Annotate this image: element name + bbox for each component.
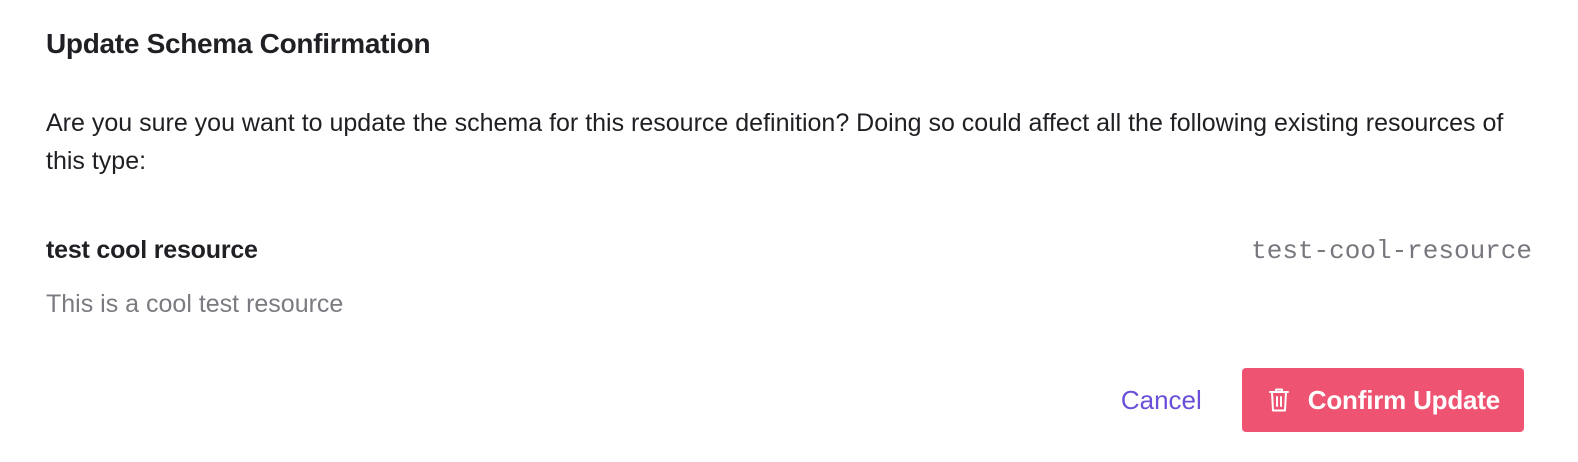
cancel-button[interactable]: Cancel	[1121, 385, 1202, 416]
resource-list-item: test cool resource test-cool-resource	[46, 232, 1532, 272]
dialog-footer: Cancel Confirm Update	[1121, 368, 1524, 432]
update-schema-dialog: Update Schema Confirmation Are you sure …	[0, 0, 1578, 462]
dialog-message: Are you sure you want to update the sche…	[46, 109, 1504, 175]
trash-icon	[1268, 387, 1290, 413]
confirm-update-button[interactable]: Confirm Update	[1241, 368, 1524, 432]
resource-name: test cool resource	[46, 236, 258, 264]
resource-description: This is a cool test resource	[46, 290, 344, 318]
confirm-update-label: Confirm Update	[1307, 384, 1500, 415]
dialog-title: Update Schema Confirmation	[46, 28, 431, 59]
resource-slug: test-cool-resource	[1251, 236, 1532, 266]
